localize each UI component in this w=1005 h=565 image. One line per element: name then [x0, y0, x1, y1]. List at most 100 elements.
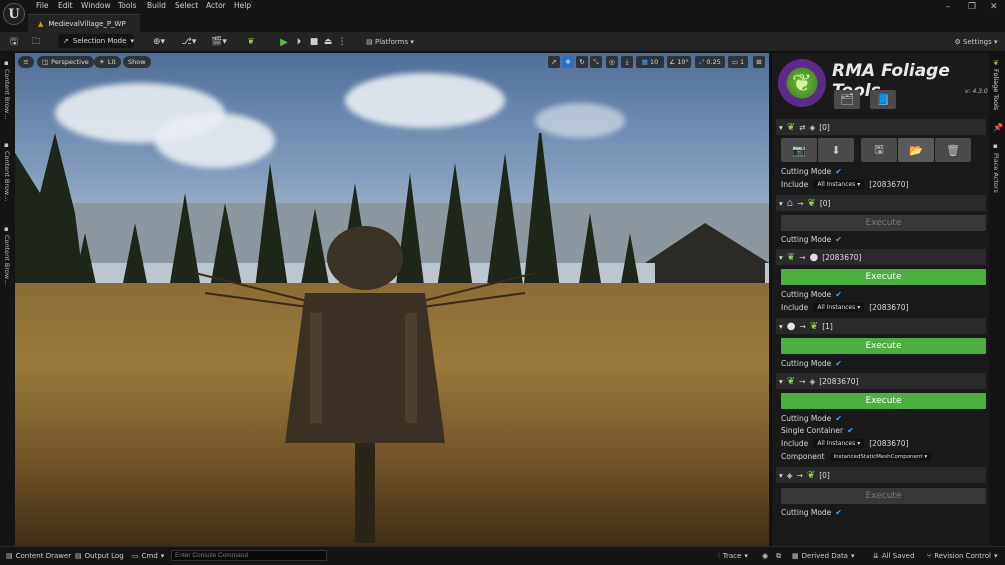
section-header-swap[interactable]: ▾ ❦ ⇄ ◈ [0]: [776, 119, 986, 135]
section-count: [0]: [819, 470, 830, 480]
close-icon[interactable]: ✕: [990, 2, 998, 12]
checkbox-checked[interactable]: ✔: [835, 359, 842, 368]
platforms-button[interactable]: ▤ Platforms ▾: [364, 35, 416, 49]
menu-tools[interactable]: Tools: [118, 1, 136, 11]
section-header-leaf-to-sphere[interactable]: ▾ ❦ → ● [2083670]: [776, 249, 986, 265]
include-dropdown[interactable]: All Instances ▾: [813, 303, 865, 312]
select-tool-icon[interactable]: ➚: [548, 56, 560, 68]
unreal-logo-icon[interactable]: U: [3, 3, 25, 25]
settings-button[interactable]: ⚙ Settings ▾: [950, 35, 1002, 49]
revision-control-button[interactable]: ⑂ Revision Control ▾: [927, 550, 998, 562]
include-dropdown[interactable]: All Instances ▾: [813, 439, 865, 448]
section-header-leaf-to-mesh[interactable]: ▾ ❦ → ◈ [2083670]: [776, 373, 986, 389]
maximize-icon[interactable]: ❐: [968, 2, 976, 12]
mode-leaf-icon[interactable]: ❦: [245, 35, 257, 49]
rotate-tool-icon[interactable]: ↻: [576, 56, 588, 68]
menu-help[interactable]: Help: [234, 1, 251, 11]
checkbox-checked[interactable]: ✔: [835, 290, 842, 299]
play-icon[interactable]: ▶: [279, 35, 289, 49]
level-viewport[interactable]: ≡ ◫ Perspective ☀ Lit Show ➚ ✥ ↻ ⤡ ◎ ⤓ ▦ 1…: [15, 53, 769, 546]
content-drawer-button[interactable]: ▤ Content Drawer: [6, 550, 71, 562]
camera-speed-button[interactable]: ▭ 1: [728, 56, 748, 68]
arrow-right-icon: →: [797, 198, 804, 208]
step-icon[interactable]: ⏵: [294, 35, 304, 49]
menu-bar: U File Edit Window Tools Build Select Ac…: [0, 0, 1005, 32]
foliage-paint-icon[interactable]: 🗂: [834, 90, 860, 109]
tab-foliage-tools[interactable]: Foliage Tools: [992, 69, 1000, 110]
console-input[interactable]: [171, 550, 327, 561]
tab-content-browser-3[interactable]: Content Brow…: [3, 235, 11, 286]
trace-button[interactable]: ⫶ Trace ▾: [718, 550, 748, 562]
content-icon[interactable]: 🗀: [30, 35, 42, 49]
output-log-button[interactable]: ▤ Output Log: [75, 550, 124, 562]
eject-icon[interactable]: ⏏: [323, 35, 333, 49]
menu-actor[interactable]: Actor: [206, 1, 226, 11]
selection-mode-dropdown[interactable]: ➚ Selection Mode ▾: [58, 34, 134, 48]
execute-button-sphere-to-leaf[interactable]: Execute: [781, 338, 986, 354]
row-label: Include: [781, 439, 809, 448]
save-icon[interactable]: 🖫: [8, 35, 20, 49]
surface-snap-icon[interactable]: ⤓: [621, 56, 633, 68]
menu-file[interactable]: File: [36, 1, 49, 11]
scale-snap-button[interactable]: ⤢ 0.25: [695, 56, 725, 68]
tab-content-browser-1[interactable]: Content Brow…: [3, 69, 11, 120]
row-label: Component: [781, 452, 825, 461]
execute-button-mesh-to-leaf[interactable]: Execute: [781, 488, 986, 504]
include-dropdown[interactable]: All Instances ▾: [813, 180, 865, 189]
tab-level[interactable]: ▲ MedievalVillage_P_WP: [28, 14, 140, 32]
capture-icon[interactable]: ⧉: [776, 550, 781, 562]
menu-build[interactable]: Build: [147, 1, 166, 11]
checkbox-checked[interactable]: ✔: [835, 508, 842, 517]
checkbox-checked[interactable]: ✔: [835, 235, 842, 244]
menu-edit[interactable]: Edit: [58, 1, 73, 11]
checkbox-checked[interactable]: ✔: [835, 167, 842, 176]
scale-snap-icon: ⤢: [699, 57, 705, 66]
delete-set-icon[interactable]: 🗑: [935, 138, 971, 162]
show-button[interactable]: Show: [123, 56, 151, 68]
checkbox-checked[interactable]: ✔: [835, 414, 842, 423]
section-header-house-to-leaf[interactable]: ▾ ⌂ → ❦ [0]: [776, 195, 986, 211]
derived-data-button[interactable]: ▦ Derived Data ▾: [792, 550, 855, 562]
menu-window[interactable]: Window: [81, 1, 111, 11]
log-icon: ▤: [75, 552, 82, 560]
screenshot-icon[interactable]: 📷: [781, 138, 817, 162]
arrow-right-icon: →: [799, 376, 806, 386]
menu-select[interactable]: Select: [175, 1, 198, 11]
maximize-viewport-icon[interactable]: ⊞: [753, 56, 765, 68]
pin-icon[interactable]: 📌: [993, 123, 1003, 132]
perspective-button[interactable]: ◫ Perspective: [37, 56, 94, 68]
execute-button-leaf-to-sphere[interactable]: Execute: [781, 269, 986, 285]
trace-icon: ⫶: [718, 551, 720, 560]
section-header-mesh-to-leaf[interactable]: ▾ ◈ → ❦ [0]: [776, 467, 986, 483]
stop-icon[interactable]: ■: [309, 35, 319, 49]
camera-icon: ▭: [731, 58, 738, 66]
all-saved-button[interactable]: ⇊ All Saved: [873, 550, 914, 562]
record-icon[interactable]: ◉: [762, 550, 768, 562]
checkbox-checked[interactable]: ✔: [847, 426, 854, 435]
add-actor-icon[interactable]: ⊕▾: [150, 35, 168, 49]
save-set-icon[interactable]: 🖫: [861, 138, 897, 162]
more-options-icon[interactable]: ⋮: [338, 35, 347, 49]
tab-place-actors[interactable]: Place Actors: [992, 153, 1000, 193]
blueprint-icon[interactable]: ⎇▾: [180, 35, 198, 49]
output-log-label: Output Log: [84, 552, 124, 560]
tab-content-browser-2[interactable]: Content Brow…: [3, 151, 11, 202]
cinematics-icon[interactable]: 🎬▾: [210, 35, 228, 49]
rotation-snap-button[interactable]: ∠ 10°: [667, 56, 691, 68]
documentation-icon[interactable]: 📘: [870, 90, 896, 109]
execute-button-house-to-leaf[interactable]: Execute: [781, 215, 986, 231]
leaf-icon: ❦: [809, 320, 819, 332]
lit-button[interactable]: ☀ Lit: [94, 56, 121, 68]
pick-icon[interactable]: ⬇: [818, 138, 854, 162]
execute-button-leaf-to-mesh[interactable]: Execute: [781, 393, 986, 409]
viewport-menu-button[interactable]: ≡: [18, 56, 34, 68]
load-set-icon[interactable]: 📂: [898, 138, 934, 162]
section-header-sphere-to-leaf[interactable]: ▾ ● → ❦ [1]: [776, 318, 986, 334]
cmd-button[interactable]: ▭ Cmd ▾: [132, 550, 164, 562]
scale-tool-icon[interactable]: ⤡: [590, 56, 602, 68]
grid-snap-button[interactable]: ▦ 10: [636, 56, 664, 68]
translate-tool-icon[interactable]: ✥: [562, 56, 574, 68]
world-space-icon[interactable]: ◎: [606, 56, 618, 68]
component-dropdown[interactable]: InstancedStaticMeshComponent ▾: [829, 452, 932, 461]
minimize-icon[interactable]: –: [946, 2, 951, 12]
